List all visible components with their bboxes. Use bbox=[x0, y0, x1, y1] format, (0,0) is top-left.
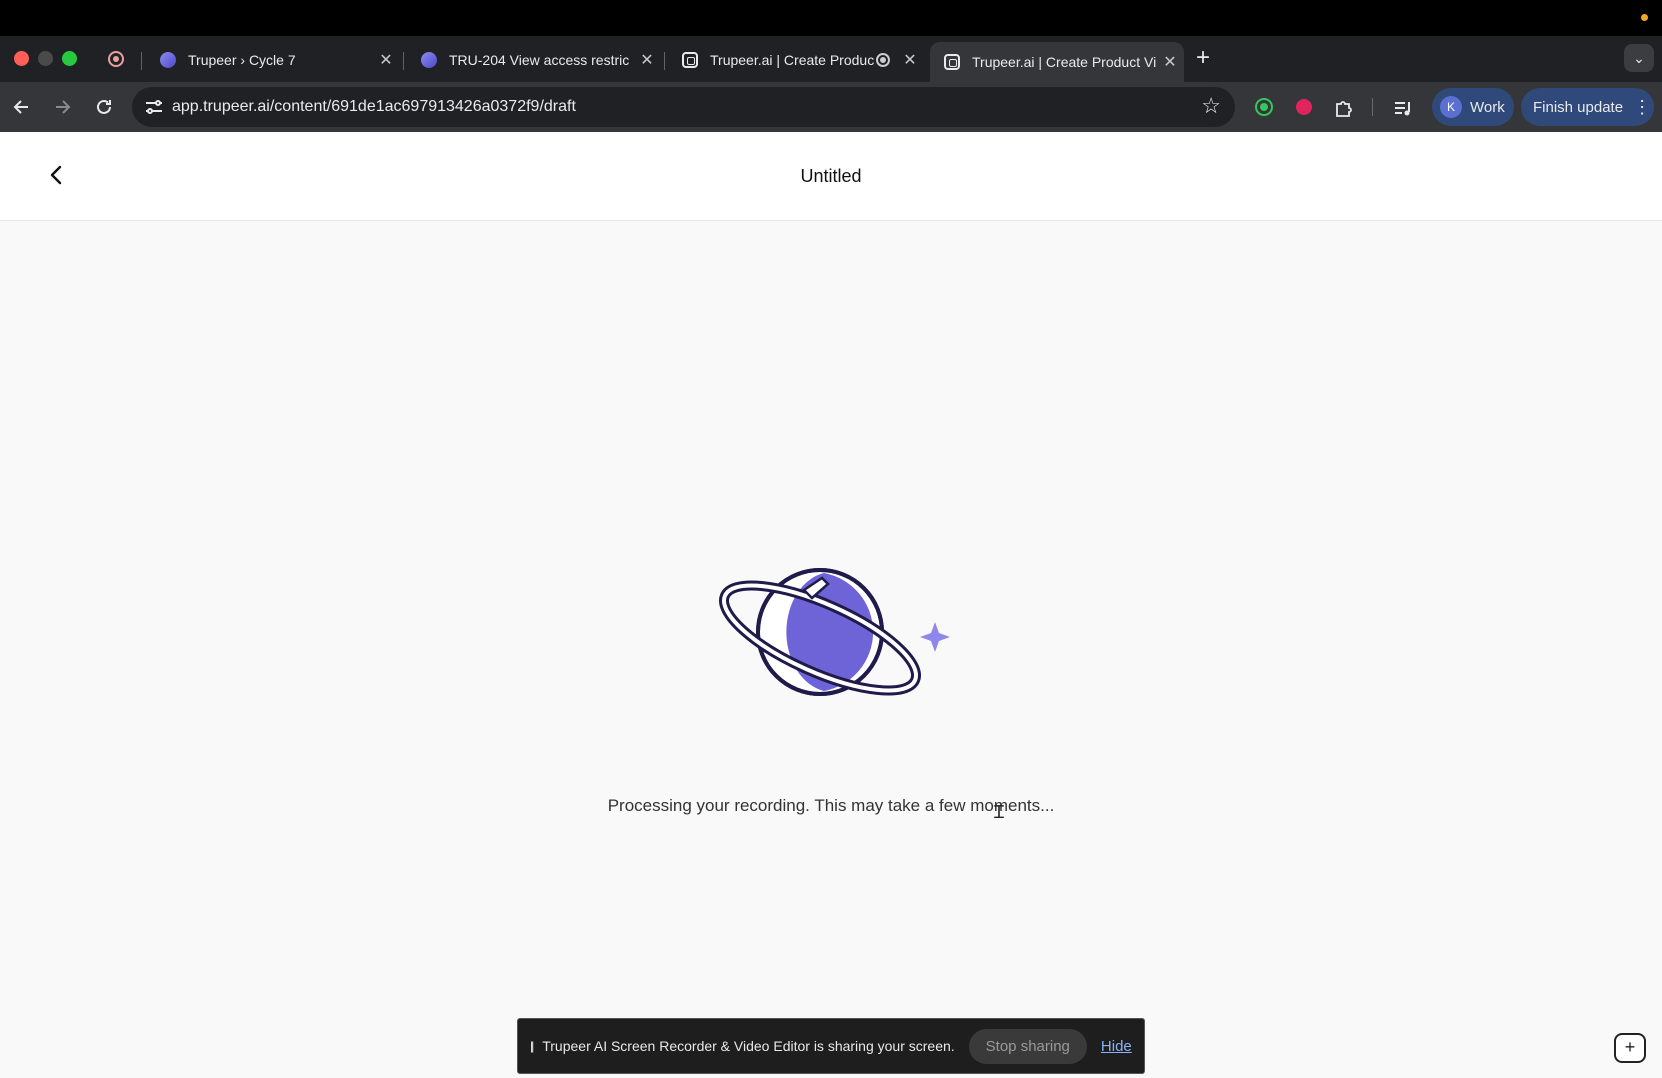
trupeer-icon bbox=[944, 54, 960, 70]
tab-strip: Trupeer › Cycle 7 ✕ TRU-204 View access … bbox=[0, 36, 1662, 82]
add-widget-button[interactable]: + bbox=[1614, 1033, 1646, 1063]
tab-recording-icon bbox=[876, 53, 890, 67]
address-bar[interactable]: app.trupeer.ai/content/691de1ac697913426… bbox=[132, 87, 1235, 127]
finish-update-label: Finish update bbox=[1533, 98, 1624, 116]
profile-button[interactable]: K Work bbox=[1432, 88, 1514, 126]
finish-update-button[interactable]: Finish update ⋮ bbox=[1521, 88, 1654, 126]
menu-bar bbox=[0, 0, 1662, 36]
bookmark-star-icon[interactable]: ☆ bbox=[1201, 93, 1221, 119]
extension-green-icon[interactable] bbox=[1254, 97, 1274, 117]
reload-icon[interactable] bbox=[93, 96, 115, 118]
app-header: Untitled bbox=[0, 132, 1662, 221]
tab-title: Trupeer.ai | Create Product Vi bbox=[972, 54, 1156, 70]
recording-icon bbox=[108, 51, 124, 67]
close-tab-icon[interactable]: ✕ bbox=[633, 50, 661, 70]
media-controls-icon[interactable] bbox=[1392, 97, 1414, 119]
page-title: Untitled bbox=[800, 166, 862, 186]
trupeer-icon bbox=[682, 52, 698, 68]
browser-toolbar: app.trupeer.ai/content/691de1ac697913426… bbox=[0, 82, 1662, 132]
back-arrow-icon[interactable] bbox=[12, 97, 32, 117]
share-message: Trupeer AI Screen Recorder & Video Edito… bbox=[542, 1038, 955, 1054]
processing-status-text: Processing your recording. This may take… bbox=[607, 796, 1055, 815]
extensions-puzzle-icon[interactable] bbox=[1333, 97, 1355, 119]
text-cursor-icon: Ɪ bbox=[994, 802, 1005, 822]
tab-trupeer-cycle[interactable]: Trupeer › Cycle 7 ✕ bbox=[146, 42, 400, 78]
tab-tru-204[interactable]: TRU-204 View access restric ✕ bbox=[407, 42, 661, 78]
site-settings-icon[interactable] bbox=[142, 95, 166, 119]
tab-title: Trupeer.ai | Create Produc bbox=[710, 52, 875, 68]
tab-divider bbox=[403, 52, 404, 70]
screen-share-notification: || Trupeer AI Screen Recorder & Video Ed… bbox=[517, 1018, 1145, 1074]
linear-icon bbox=[421, 52, 437, 68]
tab-trupeer-create-1[interactable]: Trupeer.ai | Create Produc ✕ bbox=[668, 42, 924, 78]
maximize-window-button[interactable] bbox=[62, 51, 77, 66]
hide-button[interactable]: Hide bbox=[1101, 1038, 1132, 1055]
url-text[interactable]: app.trupeer.ai/content/691de1ac697913426… bbox=[172, 98, 576, 116]
close-tab-icon[interactable]: ✕ bbox=[896, 50, 924, 70]
more-vertical-icon[interactable]: ⋮ bbox=[1633, 97, 1651, 118]
avatar: K bbox=[1440, 96, 1462, 118]
recording-status-dot bbox=[1641, 14, 1648, 21]
stop-sharing-button[interactable]: Stop sharing bbox=[968, 1028, 1087, 1064]
planet-illustration bbox=[718, 568, 950, 696]
tab-title: TRU-204 View access restric bbox=[449, 52, 630, 68]
minimize-window-button[interactable] bbox=[38, 51, 53, 66]
close-window-button[interactable] bbox=[14, 51, 29, 66]
linear-icon bbox=[160, 52, 176, 68]
tab-search-button[interactable]: ⌄ bbox=[1624, 44, 1654, 72]
toolbar-divider bbox=[1372, 98, 1373, 116]
tab-divider bbox=[141, 52, 142, 70]
close-tab-icon[interactable]: ✕ bbox=[372, 50, 400, 70]
tab-trupeer-create-active[interactable]: Trupeer.ai | Create Product Vi ✕ bbox=[930, 42, 1184, 82]
new-tab-button[interactable]: + bbox=[1196, 44, 1210, 72]
extension-record-icon[interactable] bbox=[1294, 97, 1314, 117]
tab-title: Trupeer › Cycle 7 bbox=[188, 52, 296, 68]
pause-icon: || bbox=[530, 1039, 534, 1053]
profile-name: Work bbox=[1470, 98, 1505, 116]
tab-divider bbox=[664, 52, 665, 70]
close-tab-icon[interactable]: ✕ bbox=[1156, 52, 1184, 72]
forward-arrow-icon[interactable] bbox=[52, 97, 72, 117]
